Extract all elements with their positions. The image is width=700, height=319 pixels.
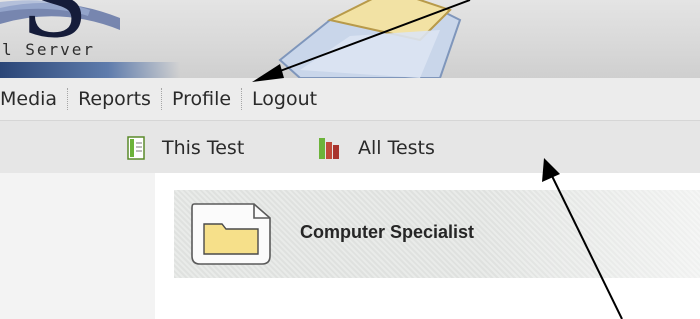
- document-icon: [127, 136, 145, 160]
- logo-text: l Server: [2, 40, 96, 59]
- test-title-panel: Computer Specialist: [174, 190, 700, 278]
- this-test-label: This Test: [162, 137, 245, 159]
- nav-logout[interactable]: Logout: [242, 78, 327, 120]
- this-test-link[interactable]: This Test: [126, 135, 244, 161]
- nav-media[interactable]: Media: [0, 78, 67, 120]
- panel-fade: [480, 190, 700, 278]
- page-title: Computer Specialist: [300, 222, 475, 242]
- books-icon: [319, 138, 339, 159]
- nav-profile[interactable]: Profile: [162, 78, 241, 120]
- all-tests-label: All Tests: [358, 137, 435, 159]
- sub-nav: This Test All Tests: [0, 121, 700, 173]
- nav-reports[interactable]: Reports: [68, 78, 161, 120]
- main-nav: Media Reports Profile Logout: [0, 78, 700, 121]
- left-sidebar: [0, 173, 155, 319]
- header-banner: S l Server: [0, 0, 700, 78]
- folder-icon: [191, 203, 271, 265]
- logo-bar: [0, 62, 180, 78]
- all-tests-link[interactable]: All Tests: [318, 135, 435, 161]
- folder-artwork: [278, 0, 462, 78]
